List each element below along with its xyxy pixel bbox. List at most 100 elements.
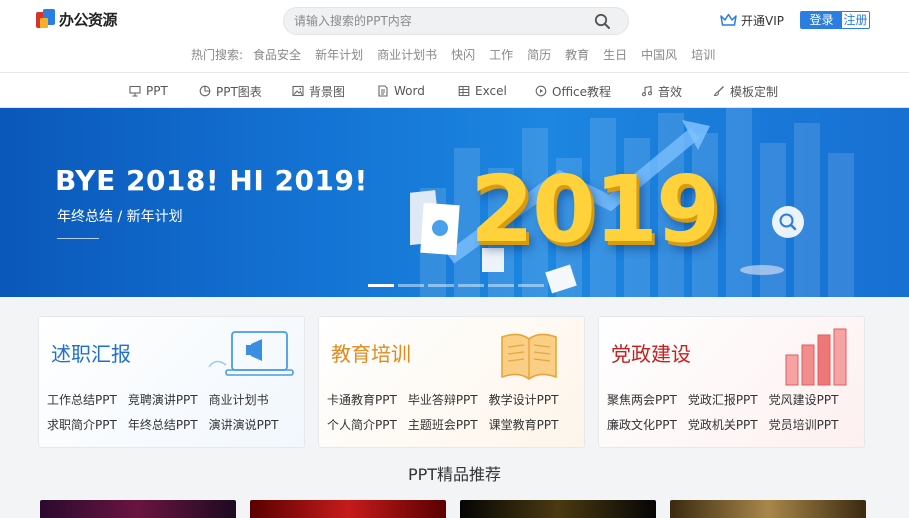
nav-item-ppt-chart[interactable]: PPT图表 bbox=[199, 83, 262, 99]
card-link[interactable]: 教学设计PPT bbox=[489, 392, 559, 417]
card-link[interactable]: 聚焦两会PPT bbox=[607, 392, 677, 417]
presentation-icon bbox=[129, 85, 141, 97]
hot-search-item[interactable]: 中国风 bbox=[641, 46, 677, 63]
card-link[interactable]: 党员培训PPT bbox=[769, 417, 839, 442]
card-link[interactable]: 党风建设PPT bbox=[769, 392, 839, 417]
slide-dot[interactable] bbox=[368, 284, 394, 287]
link-row: 工作总结PPT 竞聘演讲PPT 商业计划书 bbox=[47, 392, 303, 417]
card-link[interactable]: 竞聘演讲PPT bbox=[128, 392, 198, 417]
nav-item-ppt[interactable]: PPT bbox=[129, 83, 168, 99]
vip-link[interactable]: 开通VIP bbox=[720, 11, 784, 29]
magnifier-icon bbox=[779, 213, 797, 231]
link-row: 聚焦两会PPT 党政汇报PPT 党风建设PPT bbox=[607, 392, 863, 417]
hot-search-item[interactable]: 工作 bbox=[489, 46, 513, 63]
card-link[interactable]: 课堂教育PPT bbox=[489, 417, 559, 442]
word-doc-icon bbox=[378, 85, 388, 97]
card-link[interactable]: 求职简介PPT bbox=[47, 417, 117, 442]
hot-search-item[interactable]: 简历 bbox=[527, 46, 551, 63]
banner-title: BYE 2018! HI 2019! bbox=[55, 164, 368, 197]
slide-dot[interactable] bbox=[428, 284, 454, 287]
card-link[interactable]: 卡通教育PPT bbox=[327, 392, 397, 417]
hot-search-item[interactable]: 食品安全 bbox=[253, 46, 301, 63]
hot-search-item[interactable]: 生日 bbox=[603, 46, 627, 63]
nav-item-word[interactable]: Word bbox=[377, 83, 425, 99]
crown-icon bbox=[720, 13, 737, 26]
link-row: 廉政文化PPT 党政机关PPT 党员培训PPT bbox=[607, 417, 863, 442]
play-circle-icon bbox=[535, 85, 547, 97]
link-row: 求职简介PPT 年终总结PPT 演讲演说PPT bbox=[47, 417, 303, 442]
link-row: 卡通教育PPT 毕业答辩PPT 教学设计PPT bbox=[327, 392, 583, 417]
pie-chart-icon bbox=[199, 85, 211, 97]
card-link[interactable]: 个人简介PPT bbox=[327, 417, 397, 442]
card-link[interactable]: 廉政文化PPT bbox=[607, 417, 677, 442]
banner-magnifier-decoration bbox=[772, 206, 804, 238]
card-title[interactable]: 党政建设 bbox=[611, 338, 691, 367]
login-button[interactable]: 登录 bbox=[801, 12, 842, 28]
card-link[interactable]: 主题班会PPT bbox=[408, 417, 478, 442]
nav-item-label: Word bbox=[394, 84, 425, 98]
logo-icon bbox=[36, 8, 56, 30]
hot-search: 热门搜索: 食品安全 新年计划 商业计划书 快闪 工作 简历 教育 生日 中国风… bbox=[191, 46, 729, 63]
template-thumbnail[interactable] bbox=[670, 500, 866, 518]
banner-divider bbox=[57, 238, 99, 239]
excel-table-icon bbox=[458, 85, 470, 97]
card-link[interactable]: 演讲演说PPT bbox=[209, 417, 279, 442]
nav-item-office-tutorial[interactable]: Office教程 bbox=[535, 83, 611, 99]
site-logo[interactable]: 办公资源 bbox=[36, 7, 118, 31]
hot-search-item[interactable]: 快闪 bbox=[451, 46, 475, 63]
template-thumbnail[interactable] bbox=[40, 500, 236, 518]
auth-buttons: 登录 注册 bbox=[800, 11, 870, 29]
slide-dot[interactable] bbox=[518, 284, 544, 287]
nav-item-label: 音效 bbox=[658, 84, 683, 99]
card-links: 工作总结PPT 竞聘演讲PPT 商业计划书 求职简介PPT 年终总结PPT 演讲… bbox=[47, 392, 303, 442]
vip-label: 开通VIP bbox=[741, 13, 784, 28]
nav-item-background[interactable]: 背景图 bbox=[292, 83, 345, 99]
card-link[interactable]: 年终总结PPT bbox=[128, 417, 198, 442]
template-thumbnail[interactable] bbox=[250, 500, 446, 518]
card-title[interactable]: 教育培训 bbox=[331, 338, 411, 367]
card-link[interactable]: 商业计划书 bbox=[209, 392, 269, 417]
hero-banner[interactable]: BYE 2018! HI 2019! 年终总结 / 新年计划 2019 bbox=[0, 108, 909, 297]
hot-search-item[interactable]: 商业计划书 bbox=[377, 46, 437, 63]
site-header: 办公资源 开通VIP 登录 注册 热门搜索: 食品安全 新年计划 商业计划书 快… bbox=[0, 0, 909, 73]
recommend-thumbnails bbox=[38, 500, 868, 518]
nav-item-sound[interactable]: 音效 bbox=[641, 83, 682, 99]
nav-item-label: PPT图表 bbox=[216, 84, 262, 99]
laptop-megaphone-icon bbox=[208, 331, 294, 376]
slide-dot[interactable] bbox=[398, 284, 424, 287]
nav-item-label: PPT bbox=[146, 84, 168, 98]
section-title: PPT精品推荐 bbox=[407, 465, 502, 484]
nav-item-label: 模板定制 bbox=[730, 84, 779, 99]
link-row: 个人简介PPT 主题班会PPT 课堂教育PPT bbox=[327, 417, 583, 442]
slide-dot[interactable] bbox=[488, 284, 514, 287]
search-icon[interactable] bbox=[594, 13, 610, 29]
card-title[interactable]: 述职汇报 bbox=[51, 338, 131, 367]
slide-dot[interactable] bbox=[458, 284, 484, 287]
hot-search-item[interactable]: 教育 bbox=[565, 46, 589, 63]
search-input[interactable] bbox=[294, 8, 584, 34]
card-education[interactable]: 教育培训 卡通教育PPT 毕业答辩PPT 教学设计PPT 个人简介PPT 主题班… bbox=[318, 316, 585, 448]
card-link[interactable]: 党政机关PPT bbox=[688, 417, 758, 442]
nav-item-custom-template[interactable]: 模板定制 bbox=[713, 83, 778, 99]
nav-item-excel[interactable]: Excel bbox=[458, 83, 507, 99]
nav-item-label: Office教程 bbox=[552, 84, 612, 99]
card-report[interactable]: 述职汇报 工作总结PPT 竞聘演讲PPT 商业计划书 求职简介PPT 年终总结P… bbox=[38, 316, 305, 448]
card-link[interactable]: 工作总结PPT bbox=[47, 392, 117, 417]
nav-item-label: Excel bbox=[475, 84, 507, 98]
hot-search-item[interactable]: 培训 bbox=[691, 46, 715, 63]
card-party-building[interactable]: 党政建设 聚焦两会PPT 党政汇报PPT 党风建设PPT 廉政文化PPT 党政机… bbox=[598, 316, 865, 448]
image-icon bbox=[292, 85, 304, 97]
hot-search-label: 热门搜索: bbox=[191, 48, 244, 62]
register-button[interactable]: 注册 bbox=[842, 12, 869, 28]
card-link[interactable]: 党政汇报PPT bbox=[688, 392, 758, 417]
category-nav: PPT PPT图表 背景图 Word Excel Office教程 音效 模板定… bbox=[0, 73, 909, 108]
slide-indicators bbox=[368, 284, 548, 287]
template-thumbnail[interactable] bbox=[460, 500, 656, 518]
open-book-icon bbox=[501, 333, 557, 381]
brush-icon bbox=[713, 86, 724, 97]
banner-subtitle: 年终总结 / 新年计划 bbox=[57, 209, 183, 225]
logo-text: 办公资源 bbox=[59, 10, 118, 29]
hot-search-item[interactable]: 新年计划 bbox=[315, 46, 363, 63]
card-link[interactable]: 毕业答辩PPT bbox=[408, 392, 478, 417]
nav-item-label: 背景图 bbox=[309, 84, 346, 99]
